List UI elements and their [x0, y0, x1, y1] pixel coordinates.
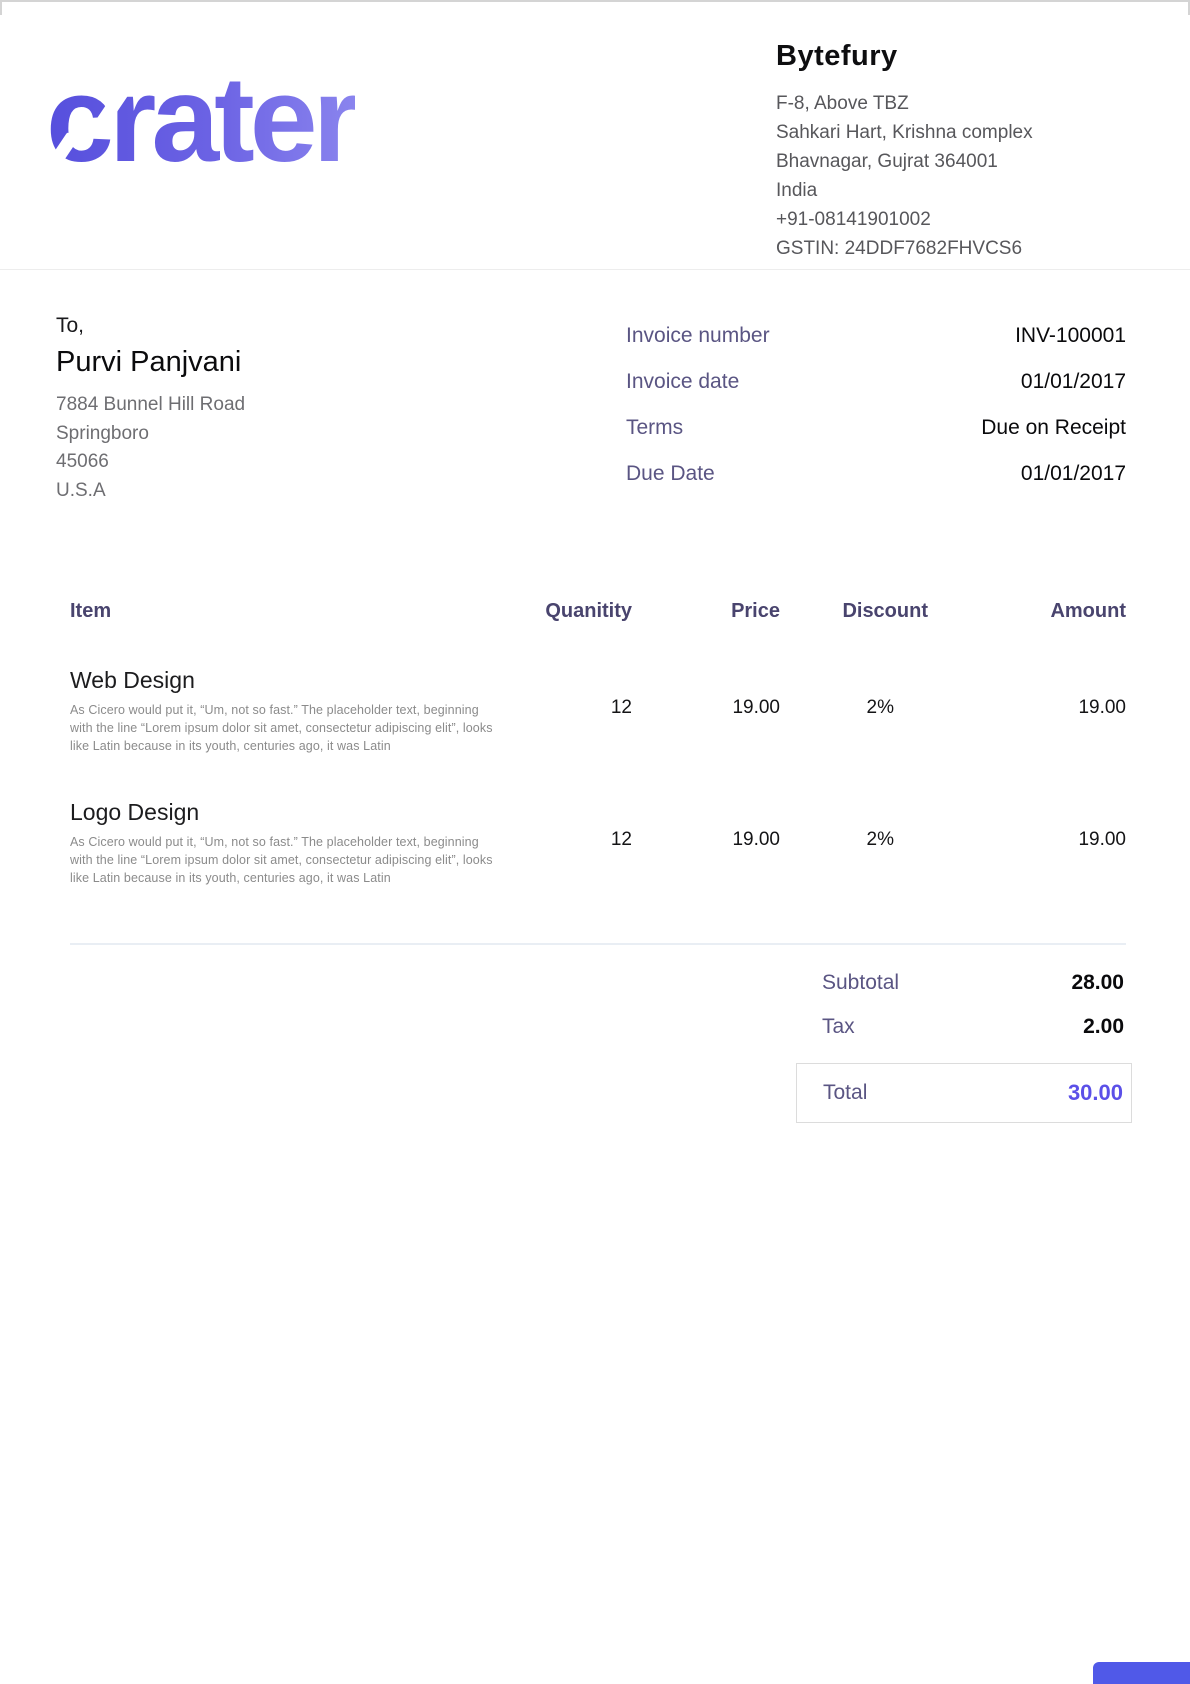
- bill-to-address-line: Springboro: [56, 420, 245, 449]
- item-quantity: 12: [504, 667, 632, 755]
- due-date-row: Due Date 01/01/2017: [626, 462, 1126, 486]
- company-phone: +91-08141901002: [776, 205, 1126, 234]
- item-discount: 2%: [780, 667, 928, 755]
- company-address-line: F-8, Above TBZ: [776, 89, 1126, 118]
- table-row: Logo Design As Cicero would put it, “Um,…: [70, 799, 1126, 887]
- terms-row: Terms Due on Receipt: [626, 416, 1126, 440]
- item-quantity: 12: [504, 799, 632, 887]
- company-address-line: Bhavnagar, Gujrat 364001: [776, 147, 1126, 176]
- table-row: Web Design As Cicero would put it, “Um, …: [70, 667, 1126, 755]
- bill-to-address-line: U.S.A: [56, 477, 245, 506]
- bill-to-address-line: 45066: [56, 448, 245, 477]
- company-address-line: Sahkari Hart, Krishna complex: [776, 118, 1126, 147]
- column-header-price: Price: [632, 600, 780, 623]
- due-date-value: 01/01/2017: [1021, 462, 1126, 486]
- due-date-label: Due Date: [626, 462, 715, 486]
- tax-row: Tax 2.00: [796, 1005, 1132, 1049]
- item-cell: Web Design As Cicero would put it, “Um, …: [70, 667, 504, 755]
- item-cell: Logo Design As Cicero would put it, “Um,…: [70, 799, 504, 887]
- invoice-number-row: Invoice number INV-100001: [626, 324, 1126, 348]
- terms-label: Terms: [626, 416, 683, 440]
- column-header-item: Item: [70, 600, 504, 623]
- invoice-date-row: Invoice date 01/01/2017: [626, 370, 1126, 394]
- terms-value: Due on Receipt: [981, 416, 1126, 440]
- item-price: 19.00: [632, 799, 780, 887]
- crater-logo-text: crater: [46, 58, 355, 180]
- item-amount: 19.00: [928, 667, 1126, 755]
- bill-to-address-line: 7884 Bunnel Hill Road: [56, 391, 245, 420]
- tax-label: Tax: [822, 1015, 855, 1039]
- item-price: 19.00: [632, 667, 780, 755]
- item-amount: 19.00: [928, 799, 1126, 887]
- subtotal-value: 28.00: [1071, 971, 1124, 995]
- company-gstin: GSTIN: 24DDF7682FHVCS6: [776, 234, 1126, 263]
- item-discount: 2%: [780, 799, 928, 887]
- logo-cut-mark: [425, 81, 465, 131]
- invoice-meta: Invoice number INV-100001 Invoice date 0…: [626, 314, 1126, 508]
- invoice-number-value: INV-100001: [1015, 324, 1126, 348]
- parties-section: To, Purvi Panjvani 7884 Bunnel Hill Road…: [0, 270, 1190, 508]
- bill-to: To, Purvi Panjvani 7884 Bunnel Hill Road…: [56, 314, 245, 508]
- items-table: Item Quanitity Price Discount Amount Web…: [0, 600, 1190, 945]
- invoice-number-label: Invoice number: [626, 324, 770, 348]
- crater-logo: crater: [46, 58, 355, 180]
- items-table-header: Item Quanitity Price Discount Amount: [70, 600, 1126, 623]
- item-name: Logo Design: [70, 799, 504, 826]
- total-label: Total: [823, 1081, 867, 1105]
- column-header-amount: Amount: [928, 600, 1126, 623]
- item-description: As Cicero would put it, “Um, not so fast…: [70, 833, 504, 887]
- tax-value: 2.00: [1083, 1015, 1124, 1039]
- invoice-date-label: Invoice date: [626, 370, 739, 394]
- company-address-line: India: [776, 176, 1126, 205]
- invoice-header: crater Bytefury F-8, Above TBZ Sahkari H…: [0, 2, 1190, 270]
- subtotal-row: Subtotal 28.00: [796, 961, 1132, 1005]
- item-name: Web Design: [70, 667, 504, 694]
- partial-scrollbar-thumb[interactable]: [1093, 1662, 1190, 1684]
- column-header-quantity: Quanitity: [504, 600, 632, 623]
- subtotal-label: Subtotal: [822, 971, 899, 995]
- bill-to-intro: To,: [56, 314, 245, 338]
- page-edge-left: [0, 2, 2, 15]
- invoice-date-value: 01/01/2017: [1021, 370, 1126, 394]
- invoice-page: crater Bytefury F-8, Above TBZ Sahkari H…: [0, 0, 1190, 1684]
- item-description: As Cicero would put it, “Um, not so fast…: [70, 701, 504, 755]
- total-value: 30.00: [1068, 1080, 1123, 1106]
- company-info: Bytefury F-8, Above TBZ Sahkari Hart, Kr…: [776, 32, 1126, 263]
- totals-section: Subtotal 28.00 Tax 2.00 Total 30.00: [796, 961, 1132, 1123]
- column-header-discount: Discount: [780, 600, 928, 623]
- bill-to-name: Purvi Panjvani: [56, 346, 245, 379]
- company-name: Bytefury: [776, 40, 1126, 73]
- total-box: Total 30.00: [796, 1063, 1132, 1123]
- items-divider: [70, 943, 1126, 945]
